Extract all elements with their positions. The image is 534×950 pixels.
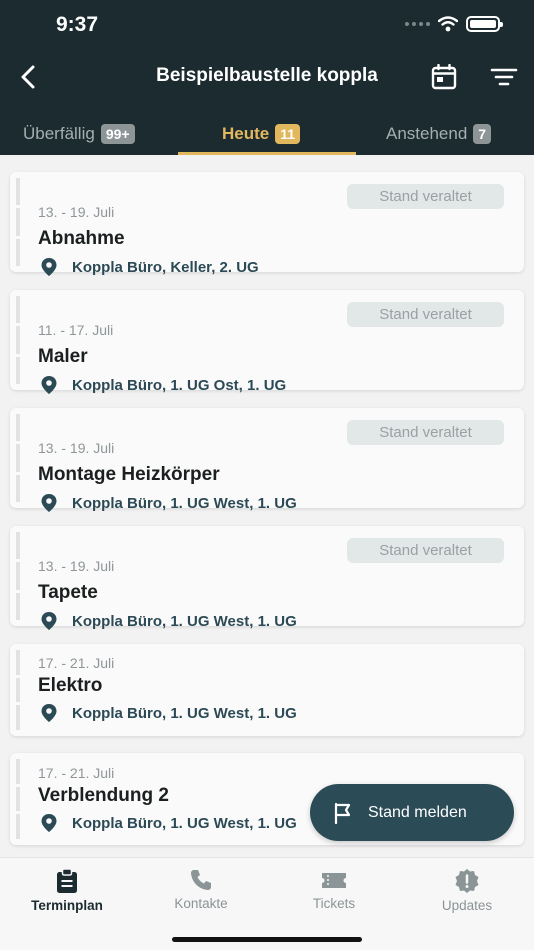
card-location-text: Koppla Büro, 1. UG Ost, 1. UG — [72, 376, 287, 394]
tab-count-badge: 7 — [473, 123, 492, 144]
card-location: Koppla Büro, Keller, 2. UG — [40, 257, 259, 277]
card-date: 13. - 19. Juli — [38, 558, 115, 574]
status-icons — [405, 16, 503, 32]
home-indicator — [172, 937, 362, 942]
stale-badge: Stand veraltet — [347, 420, 504, 445]
calendar-icon[interactable] — [431, 64, 457, 90]
card-location-text: Koppla Büro, 1. UG West, 1. UG — [72, 612, 297, 630]
card-date: 13. - 19. Juli — [38, 440, 115, 456]
schedule-card[interactable]: 11. - 17. Juli Stand veraltet Maler Kopp… — [10, 290, 524, 394]
nav-label: Tickets — [312, 896, 356, 911]
schedule-list[interactable]: 13. - 19. Juli Stand veraltet Abnahme Ko… — [0, 155, 534, 857]
location-pin-icon — [41, 494, 57, 512]
signal-icon — [405, 22, 430, 26]
card-title: Elektro — [38, 675, 103, 696]
card-date: 17. - 21. Juli — [38, 765, 115, 781]
location-pin-icon — [41, 704, 57, 722]
status-time: 9:37 — [56, 13, 99, 36]
card-accent-bar — [16, 650, 20, 731]
card-location: Koppla Büro, 1. UG Ost, 1. UG — [40, 375, 286, 395]
card-title: Maler — [38, 346, 88, 367]
card-accent-bar — [16, 296, 20, 384]
card-title: Tapete — [38, 582, 98, 603]
stale-badge: Stand veraltet — [347, 302, 504, 327]
fab-label: Stand melden — [368, 803, 467, 821]
tab-bar: Überfällig 99+ Heute 11 Anstehend 7 — [0, 112, 534, 155]
nav-label: Terminplan — [31, 898, 103, 913]
tab-count-badge: 99+ — [100, 123, 135, 144]
filter-icon[interactable] — [490, 66, 518, 88]
schedule-card[interactable]: 13. - 19. Juli Stand veraltet Montage He… — [10, 408, 524, 512]
location-pin-icon — [41, 612, 57, 630]
card-location: Koppla Büro, 1. UG West, 1. UG — [40, 703, 297, 723]
card-location-text: Koppla Büro, 1. UG West, 1. UG — [72, 494, 297, 512]
nav-kontakte[interactable]: Kontakte — [134, 868, 268, 911]
wifi-icon — [438, 16, 458, 32]
card-location: Koppla Büro, 1. UG West, 1. UG — [40, 813, 297, 833]
card-title: Montage Heizkörper — [38, 464, 220, 485]
schedule-card[interactable]: 13. - 19. Juli Stand veraltet Tapete Kop… — [10, 526, 524, 630]
tab-heute[interactable]: Heute 11 — [222, 112, 301, 155]
nav-label: Updates — [441, 898, 493, 913]
schedule-card[interactable]: 13. - 19. Juli Stand veraltet Abnahme Ko… — [10, 172, 524, 276]
card-accent-bar — [16, 414, 20, 502]
card-location: Koppla Büro, 1. UG West, 1. UG — [40, 493, 297, 513]
ticket-icon — [322, 873, 346, 888]
card-accent-bar — [16, 759, 20, 840]
flag-icon — [334, 802, 351, 824]
tab-label: Heute — [222, 123, 270, 143]
location-pin-icon — [41, 258, 57, 276]
battery-icon — [466, 16, 503, 32]
card-title: Verblendung 2 — [38, 785, 169, 806]
card-date: 13. - 19. Juli — [38, 204, 115, 220]
location-pin-icon — [41, 814, 57, 832]
card-date: 17. - 21. Juli — [38, 655, 115, 671]
schedule-card[interactable]: 17. - 21. Juli Elektro Koppla Büro, 1. U… — [10, 644, 524, 736]
nav-tickets[interactable]: Tickets — [267, 868, 401, 911]
tab-label: Überfällig — [23, 123, 95, 143]
clipboard-icon — [57, 868, 77, 893]
card-location: Koppla Büro, 1. UG West, 1. UG — [40, 611, 297, 631]
tab-anstehend[interactable]: Anstehend 7 — [386, 112, 492, 155]
tab-count-badge: 11 — [275, 123, 301, 144]
location-pin-icon — [41, 376, 57, 394]
card-accent-bar — [16, 532, 20, 620]
stand-melden-button[interactable]: Stand melden — [310, 784, 514, 841]
card-location-text: Koppla Büro, 1. UG West, 1. UG — [72, 814, 297, 832]
nav-terminplan[interactable]: Terminplan — [0, 868, 134, 913]
stale-badge: Stand veraltet — [347, 538, 504, 563]
tab-label: Anstehend — [386, 123, 468, 143]
app-header: 9:37 Beispielbaustelle koppla Überfällig… — [0, 0, 534, 155]
alert-badge-icon — [455, 869, 479, 893]
nav-updates[interactable]: Updates — [400, 868, 534, 913]
tab-ueberfaellig[interactable]: Überfällig 99+ — [23, 112, 135, 155]
nav-label: Kontakte — [174, 896, 228, 911]
card-location-text: Koppla Büro, 1. UG West, 1. UG — [72, 704, 297, 722]
card-title: Abnahme — [38, 228, 125, 249]
card-date: 11. - 17. Juli — [38, 322, 114, 338]
stale-badge: Stand veraltet — [347, 184, 504, 209]
phone-icon — [191, 870, 211, 890]
card-accent-bar — [16, 178, 20, 266]
card-location-text: Koppla Büro, Keller, 2. UG — [72, 258, 259, 276]
